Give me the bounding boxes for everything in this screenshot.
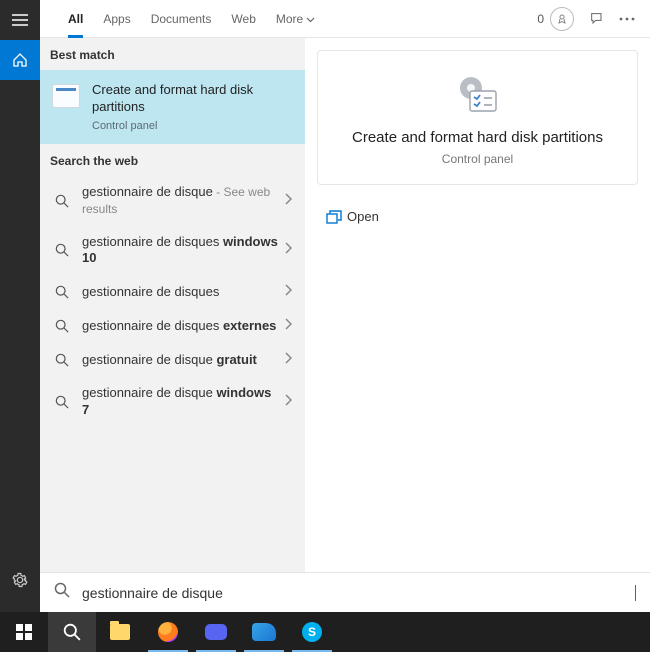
results-list: Best match Create and format hard disk p… [40, 38, 305, 612]
search-icon [52, 243, 72, 257]
search-icon [52, 319, 72, 333]
tab-apps[interactable]: Apps [93, 0, 140, 38]
web-result-text: gestionnaire de disques [82, 284, 279, 301]
web-result-text: gestionnaire de disques windows 10 [82, 234, 279, 268]
left-rail [0, 0, 40, 612]
tab-all[interactable]: All [58, 0, 93, 38]
search-web-label: Search the web [40, 144, 305, 176]
more-icon[interactable] [612, 0, 642, 38]
web-result[interactable]: gestionnaire de disque gratuit [40, 343, 305, 377]
feedback-icon[interactable] [582, 0, 612, 38]
taskbar: S [0, 612, 650, 652]
tab-more[interactable]: More [266, 0, 325, 38]
web-result[interactable]: gestionnaire de disque windows 7 [40, 377, 305, 427]
chevron-down-icon [306, 12, 315, 26]
web-result[interactable]: gestionnaire de disques windows 10 [40, 226, 305, 276]
search-input[interactable]: gestionnaire de disque [82, 585, 635, 601]
taskbar-explorer-icon[interactable] [96, 612, 144, 652]
settings-icon[interactable] [0, 560, 40, 600]
web-result[interactable]: gestionnaire de disques externes [40, 309, 305, 343]
web-result[interactable]: gestionnaire de disque - See web results [40, 176, 305, 226]
chevron-right-icon [279, 283, 297, 301]
chevron-right-icon [279, 393, 297, 411]
open-icon [321, 210, 347, 224]
web-result-text: gestionnaire de disque gratuit [82, 352, 279, 369]
menu-icon[interactable] [0, 0, 40, 40]
results-area: Best match Create and format hard disk p… [40, 38, 650, 612]
search-icon [52, 353, 72, 367]
reward-count: 0 [537, 12, 544, 26]
web-result-text: gestionnaire de disque - See web results [82, 184, 279, 218]
detail-card: Create and format hard disk partitions C… [317, 50, 638, 185]
open-action[interactable]: Open [317, 201, 638, 232]
rewards-icon[interactable] [550, 7, 574, 31]
detail-title: Create and format hard disk partitions [330, 129, 625, 146]
search-icon [52, 285, 72, 299]
best-match-subtitle: Control panel [92, 120, 295, 132]
home-icon[interactable] [0, 40, 40, 80]
disk-partition-icon [52, 84, 80, 108]
start-button[interactable] [0, 612, 48, 652]
taskbar-search-icon[interactable] [48, 612, 96, 652]
web-result-text: gestionnaire de disques externes [82, 318, 279, 335]
tab-documents[interactable]: Documents [141, 0, 222, 38]
chevron-right-icon [279, 351, 297, 369]
web-result-text: gestionnaire de disque windows 7 [82, 385, 279, 419]
chevron-right-icon [279, 317, 297, 335]
filter-tabs: All Apps Documents Web More 0 [40, 0, 650, 38]
detail-disk-icon [456, 75, 500, 115]
best-match-item[interactable]: Create and format hard disk partitions C… [40, 70, 305, 144]
chevron-right-icon [279, 241, 297, 259]
web-result[interactable]: gestionnaire de disques [40, 275, 305, 309]
search-bar[interactable]: gestionnaire de disque [40, 572, 650, 612]
taskbar-discord-icon[interactable] [192, 612, 240, 652]
chevron-right-icon [279, 192, 297, 210]
text-caret [635, 585, 636, 601]
best-match-label: Best match [40, 38, 305, 70]
detail-pane: Create and format hard disk partitions C… [305, 38, 650, 612]
best-match-title: Create and format hard disk partitions [92, 82, 295, 116]
taskbar-firefox-icon[interactable] [144, 612, 192, 652]
search-icon [54, 582, 70, 603]
search-icon [52, 194, 72, 208]
search-icon [52, 395, 72, 409]
open-label: Open [347, 209, 379, 224]
tab-web[interactable]: Web [221, 0, 265, 38]
taskbar-skype-icon[interactable]: S [288, 612, 336, 652]
taskbar-mail-icon[interactable] [240, 612, 288, 652]
detail-subtitle: Control panel [330, 152, 625, 166]
